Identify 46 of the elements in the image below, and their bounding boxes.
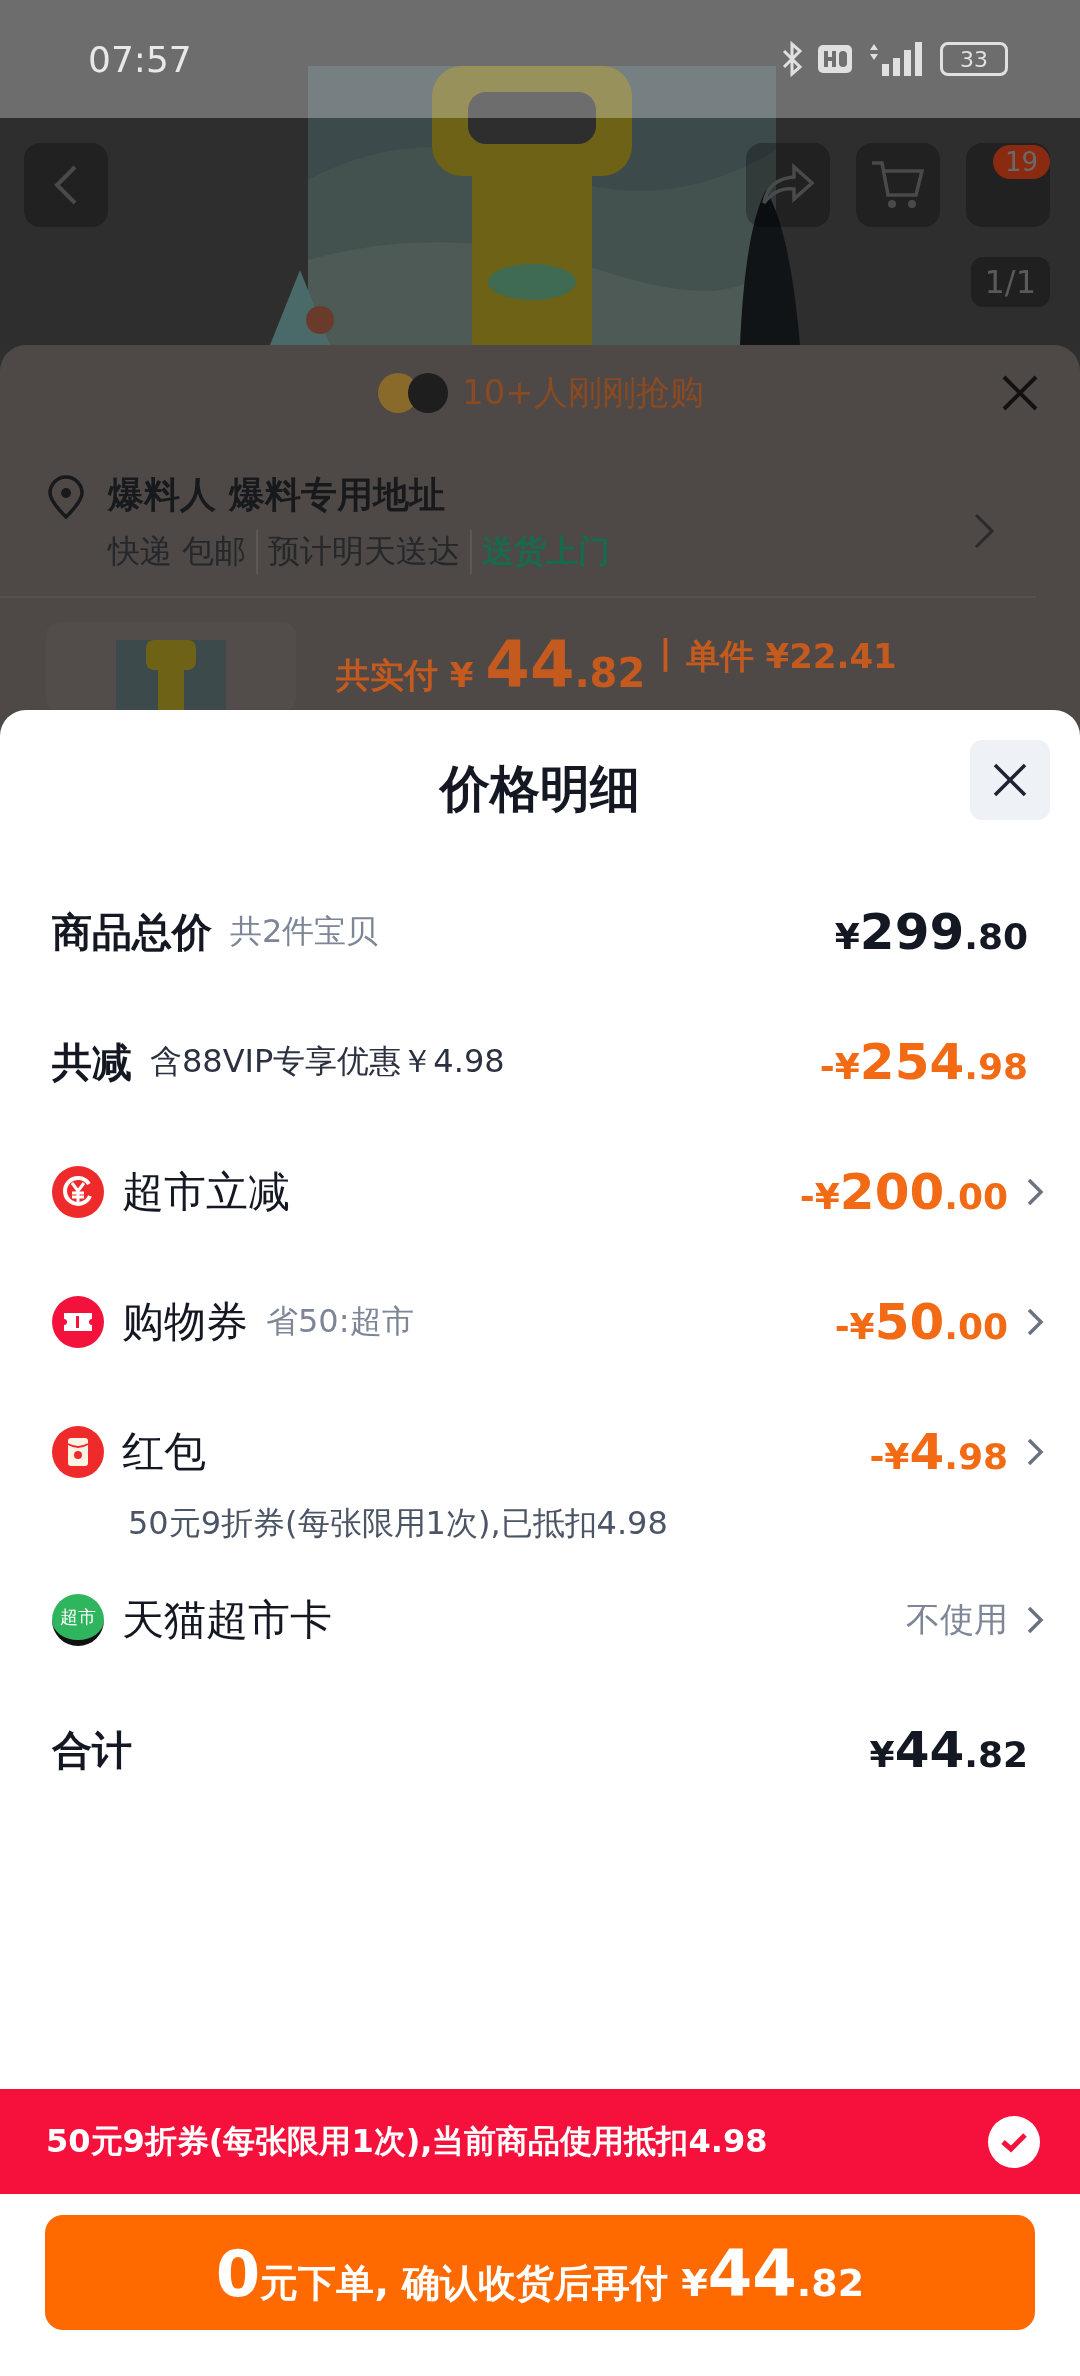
unit-price-text: 单件 ¥22.41 <box>685 635 897 678</box>
ticket-icon <box>52 1296 104 1348</box>
separator-text: | <box>659 631 672 672</box>
amount-text: -¥254.98 <box>819 1033 1028 1091</box>
detail-text: 50元9折券(每张限用1次),已抵扣4.98 <box>127 1503 669 1543</box>
yen-refund-icon <box>52 1166 104 1218</box>
summary-label: 共减 <box>52 1037 132 1087</box>
buyers-text: 10+人刚刚抢购 <box>462 371 704 414</box>
total-price-text: 共实付 ¥ 44.82 <box>336 627 646 702</box>
hd-icon <box>818 45 852 73</box>
coupon-text: 50元9折券(每张限用1次),当前商品使用抵扣4.98 <box>46 2120 769 2162</box>
cart-icon <box>870 159 926 211</box>
check-icon[interactable] <box>988 2115 1040 2168</box>
summary-label: 商品总价 <box>52 907 212 957</box>
amount-text: ¥299.80 <box>834 903 1028 961</box>
sheet-title: 价格明细 <box>440 759 640 820</box>
back-button[interactable] <box>24 143 108 227</box>
value-text[interactable]: 不使用 <box>906 1597 1008 1643</box>
store-card-badge: 超市 <box>52 1594 104 1646</box>
close-icon <box>992 762 1028 798</box>
bluetooth-icon <box>780 41 804 77</box>
note-text: 共2件宝贝 <box>230 911 379 952</box>
amount-text: ¥44.82 <box>869 1721 1028 1779</box>
summary-label: 合计 <box>52 1725 132 1775</box>
share-button[interactable] <box>746 143 830 227</box>
clock-text: 07:57 <box>88 38 193 80</box>
cart-button[interactable] <box>856 143 940 227</box>
image-counter: 1/1 <box>970 257 1050 307</box>
close-button[interactable] <box>970 740 1050 820</box>
pay-button[interactable]: 0元下单, 确认收货后再付 ¥44.82 <box>45 2215 1035 2330</box>
discount-label: 天猫超市卡 <box>122 1594 332 1646</box>
message-button[interactable]: 19 <box>966 143 1050 227</box>
discount-label: 购物券 <box>122 1296 248 1348</box>
amount-text: -¥4.98 <box>869 1423 1008 1481</box>
discount-label: 红包 <box>122 1426 206 1478</box>
location-pin-icon <box>46 475 86 519</box>
share-icon <box>760 163 816 207</box>
envelope-icon <box>52 1426 104 1478</box>
close-icon[interactable] <box>1000 373 1040 413</box>
note-text: 含88VIP专享优惠￥4.98 <box>150 1041 505 1082</box>
amount-text: -¥200.00 <box>799 1163 1008 1221</box>
note-text: 省50:超市 <box>266 1301 414 1342</box>
chevron-icon <box>972 511 996 551</box>
battery-icon: 33 <box>940 42 1008 76</box>
discount-label: 超市立减 <box>122 1166 290 1218</box>
amount-text: -¥50.00 <box>834 1293 1008 1351</box>
